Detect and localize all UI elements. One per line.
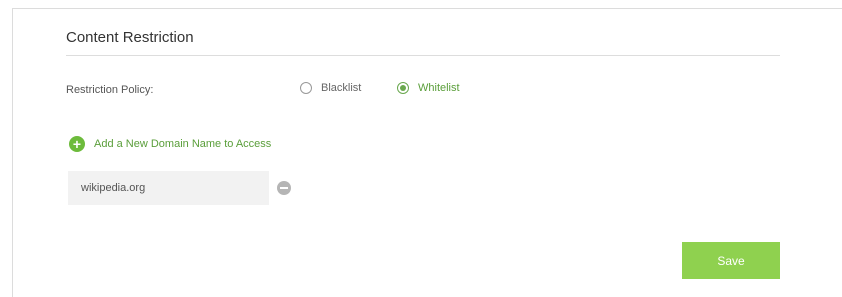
content-restriction-panel: Content Restriction Restriction Policy: … <box>12 8 842 297</box>
radio-whitelist-label: Whitelist <box>418 82 460 94</box>
radio-blacklist-label: Blacklist <box>321 82 362 94</box>
radio-whitelist[interactable]: Whitelist <box>397 82 460 94</box>
radio-whitelist-circle[interactable] <box>397 82 409 94</box>
plus-circle-icon[interactable]: + <box>69 136 85 152</box>
minus-circle-icon[interactable] <box>277 181 291 195</box>
add-domain-label[interactable]: Add a New Domain Name to Access <box>94 138 271 150</box>
section-title: Content Restriction <box>66 29 194 46</box>
domain-name-input[interactable] <box>68 171 269 205</box>
radio-blacklist[interactable]: Blacklist <box>300 82 361 94</box>
restriction-policy-label: Restriction Policy: <box>66 84 154 96</box>
add-domain-link[interactable]: + Add a New Domain Name to Access <box>69 136 271 152</box>
save-button[interactable]: Save <box>682 242 780 279</box>
radio-blacklist-circle[interactable] <box>300 82 312 94</box>
section-divider <box>66 55 780 56</box>
